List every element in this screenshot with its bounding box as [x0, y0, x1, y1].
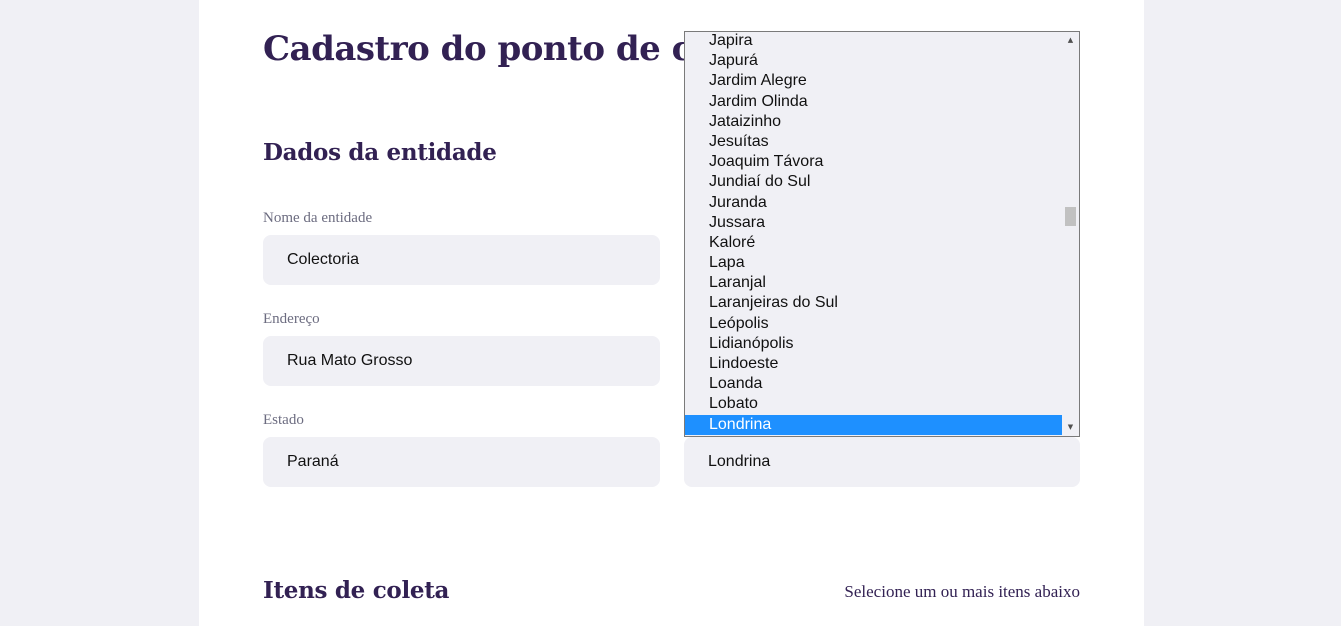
city-option[interactable]: Jussara	[685, 213, 1062, 233]
city-option[interactable]: Jardim Olinda	[685, 92, 1062, 112]
city-option[interactable]: Jataizinho	[685, 112, 1062, 132]
state-label: Estado	[263, 412, 304, 428]
city-option[interactable]: Japira	[685, 32, 1062, 51]
city-option[interactable]: Juranda	[685, 193, 1062, 213]
address-label: Endereço	[263, 311, 320, 327]
dropdown-scrollbar[interactable]: ▲ ▼	[1062, 32, 1079, 436]
city-option[interactable]: Leópolis	[685, 314, 1062, 334]
city-options: Japira Japurá Jardim Alegre Jardim Olinda Ja…	[685, 32, 1062, 435]
city-option[interactable]: Lapa	[685, 253, 1062, 273]
items-section-title: Itens de coleta	[263, 577, 450, 604]
city-option[interactable]: Joaquim Távora	[685, 152, 1062, 172]
address-input[interactable]: Rua Mato Grosso	[263, 336, 660, 386]
city-option[interactable]: Loanda	[685, 374, 1062, 394]
scroll-up-icon[interactable]: ▲	[1062, 32, 1079, 49]
city-option[interactable]: Lidianópolis	[685, 334, 1062, 354]
city-option[interactable]: Jundiaí do Sul	[685, 172, 1062, 192]
entity-name-label: Nome da entidade	[263, 210, 373, 226]
city-dropdown-list[interactable]: Japira Japurá Jardim Alegre Jardim Olinda Ja…	[684, 31, 1080, 437]
city-option[interactable]: Lobato	[685, 394, 1062, 414]
city-select[interactable]: Londrina	[684, 437, 1080, 487]
city-option[interactable]: Japurá	[685, 51, 1062, 71]
city-option[interactable]: Laranjeiras do Sul	[685, 293, 1062, 313]
city-option[interactable]: Jesuítas	[685, 132, 1062, 152]
city-option[interactable]: Lindoeste	[685, 354, 1062, 374]
items-hint: Selecione um ou mais itens abaixo	[844, 582, 1080, 601]
city-option[interactable]: Londrina	[685, 414, 1062, 435]
scroll-down-icon[interactable]: ▼	[1062, 419, 1079, 436]
city-option[interactable]: Laranjal	[685, 273, 1062, 293]
entity-section-title: Dados da entidade	[263, 139, 497, 166]
city-option[interactable]: Jardim Alegre	[685, 71, 1062, 91]
scroll-thumb[interactable]	[1065, 207, 1076, 226]
city-option[interactable]: Kaloré	[685, 233, 1062, 253]
entity-name-input[interactable]: Colectoria	[263, 235, 660, 285]
state-select[interactable]: Paraná	[263, 437, 660, 487]
